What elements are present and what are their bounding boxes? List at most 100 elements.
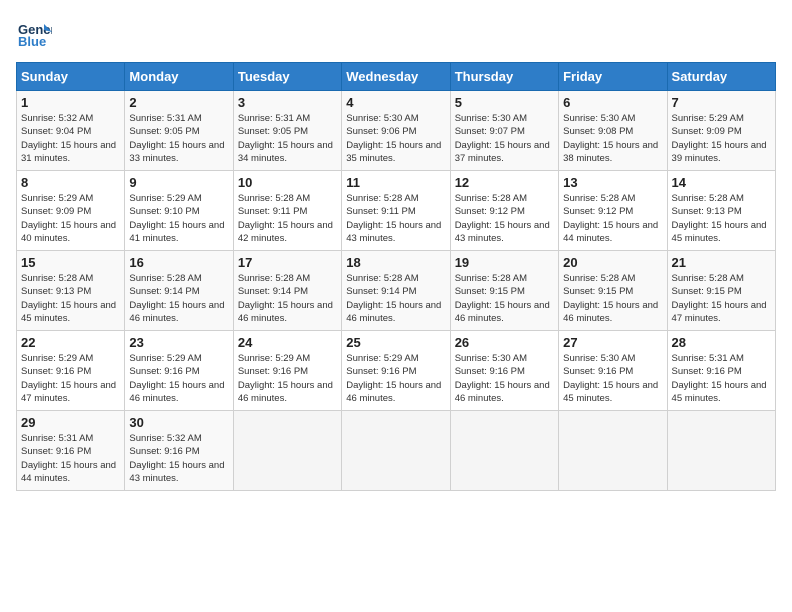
calendar-cell: 30 Sunrise: 5:32 AMSunset: 9:16 PMDayligh… [125, 411, 233, 491]
calendar-cell [559, 411, 667, 491]
page-header: General Blue [16, 16, 776, 52]
calendar-cell: 7 Sunrise: 5:29 AMSunset: 9:09 PMDaylight… [667, 91, 775, 171]
calendar-cell: 13Sunrise: 5:28 AMSunset: 9:12 PMDayligh… [559, 171, 667, 251]
calendar-week-row: 1Sunrise: 5:32 AMSunset: 9:04 PMDaylight… [17, 91, 776, 171]
day-number: 21 [672, 255, 771, 270]
calendar-cell: 9 Sunrise: 5:29 AMSunset: 9:10 PMDaylight… [125, 171, 233, 251]
calendar-cell: 14 Sunrise: 5:28 AMSunset: 9:13 PMDayligh… [667, 171, 775, 251]
weekday-header-tuesday: Tuesday [233, 63, 341, 91]
calendar-week-row: 15 Sunrise: 5:28 AMSunset: 9:13 PMDayligh… [17, 251, 776, 331]
calendar-cell: 24 Sunrise: 5:29 AMSunset: 9:16 PMDayligh… [233, 331, 341, 411]
calendar-cell: 8 Sunrise: 5:29 AMSunset: 9:09 PMDaylight… [17, 171, 125, 251]
calendar-cell [667, 411, 775, 491]
day-info: Sunrise: 5:28 AMSunset: 9:15 PMDaylight:… [455, 272, 554, 325]
calendar-cell [233, 411, 341, 491]
day-info: Sunrise: 5:28 AMSunset: 9:13 PMDaylight:… [21, 272, 120, 325]
day-number: 24 [238, 335, 337, 350]
calendar-cell: 27 Sunrise: 5:30 AMSunset: 9:16 PMDayligh… [559, 331, 667, 411]
day-info: Sunrise: 5:31 AMSunset: 9:05 PMDaylight:… [129, 112, 228, 165]
day-info: Sunrise: 5:28 AMSunset: 9:12 PMDaylight:… [563, 192, 662, 245]
day-number: 27 [563, 335, 662, 350]
day-info: Sunrise: 5:30 AMSunset: 9:16 PMDaylight:… [455, 352, 554, 405]
weekday-header-wednesday: Wednesday [342, 63, 450, 91]
day-number: 20 [563, 255, 662, 270]
day-number: 19 [455, 255, 554, 270]
day-number: 14 [672, 175, 771, 190]
day-number: 12 [455, 175, 554, 190]
calendar-week-row: 22 Sunrise: 5:29 AMSunset: 9:16 PMDayligh… [17, 331, 776, 411]
calendar-cell: 25 Sunrise: 5:29 AMSunset: 9:16 PMDayligh… [342, 331, 450, 411]
day-info: Sunrise: 5:28 AMSunset: 9:15 PMDaylight:… [672, 272, 771, 325]
calendar-cell: 1Sunrise: 5:32 AMSunset: 9:04 PMDaylight… [17, 91, 125, 171]
day-number: 22 [21, 335, 120, 350]
logo: General Blue [16, 16, 52, 52]
day-number: 17 [238, 255, 337, 270]
calendar-cell [450, 411, 558, 491]
day-number: 18 [346, 255, 445, 270]
day-info: Sunrise: 5:28 AMSunset: 9:11 PMDaylight:… [346, 192, 445, 245]
calendar-cell: 16 Sunrise: 5:28 AMSunset: 9:14 PMDayligh… [125, 251, 233, 331]
calendar-cell: 10 Sunrise: 5:28 AMSunset: 9:11 PMDayligh… [233, 171, 341, 251]
day-info: Sunrise: 5:30 AMSunset: 9:07 PMDaylight:… [455, 112, 554, 165]
weekday-header-saturday: Saturday [667, 63, 775, 91]
day-info: Sunrise: 5:28 AMSunset: 9:14 PMDaylight:… [129, 272, 228, 325]
calendar-cell: 5 Sunrise: 5:30 AMSunset: 9:07 PMDaylight… [450, 91, 558, 171]
day-number: 30 [129, 415, 228, 430]
weekday-header-sunday: Sunday [17, 63, 125, 91]
day-info: Sunrise: 5:31 AMSunset: 9:16 PMDaylight:… [672, 352, 771, 405]
day-number: 25 [346, 335, 445, 350]
calendar-cell: 6Sunrise: 5:30 AMSunset: 9:08 PMDaylight… [559, 91, 667, 171]
calendar-week-row: 29 Sunrise: 5:31 AMSunset: 9:16 PMDayligh… [17, 411, 776, 491]
day-info: Sunrise: 5:29 AMSunset: 9:16 PMDaylight:… [346, 352, 445, 405]
day-number: 9 [129, 175, 228, 190]
calendar-cell: 26 Sunrise: 5:30 AMSunset: 9:16 PMDayligh… [450, 331, 558, 411]
calendar-cell: 18 Sunrise: 5:28 AMSunset: 9:14 PMDayligh… [342, 251, 450, 331]
day-info: Sunrise: 5:29 AMSunset: 9:10 PMDaylight:… [129, 192, 228, 245]
calendar-cell: 20Sunrise: 5:28 AMSunset: 9:15 PMDayligh… [559, 251, 667, 331]
weekday-header-friday: Friday [559, 63, 667, 91]
day-number: 5 [455, 95, 554, 110]
calendar-cell: 29 Sunrise: 5:31 AMSunset: 9:16 PMDayligh… [17, 411, 125, 491]
day-number: 11 [346, 175, 445, 190]
day-number: 2 [129, 95, 228, 110]
day-number: 8 [21, 175, 120, 190]
day-number: 28 [672, 335, 771, 350]
day-info: Sunrise: 5:29 AMSunset: 9:09 PMDaylight:… [21, 192, 120, 245]
weekday-header-monday: Monday [125, 63, 233, 91]
day-info: Sunrise: 5:29 AMSunset: 9:16 PMDaylight:… [238, 352, 337, 405]
calendar-cell: 17Sunrise: 5:28 AMSunset: 9:14 PMDayligh… [233, 251, 341, 331]
day-info: Sunrise: 5:30 AMSunset: 9:06 PMDaylight:… [346, 112, 445, 165]
calendar-cell: 19 Sunrise: 5:28 AMSunset: 9:15 PMDayligh… [450, 251, 558, 331]
calendar-cell: 15 Sunrise: 5:28 AMSunset: 9:13 PMDayligh… [17, 251, 125, 331]
day-info: Sunrise: 5:30 AMSunset: 9:08 PMDaylight:… [563, 112, 662, 165]
day-number: 16 [129, 255, 228, 270]
day-number: 23 [129, 335, 228, 350]
weekday-header-row: SundayMondayTuesdayWednesdayThursdayFrid… [17, 63, 776, 91]
calendar-cell: 2 Sunrise: 5:31 AMSunset: 9:05 PMDaylight… [125, 91, 233, 171]
calendar-cell: 21 Sunrise: 5:28 AMSunset: 9:15 PMDayligh… [667, 251, 775, 331]
calendar-cell: 28 Sunrise: 5:31 AMSunset: 9:16 PMDayligh… [667, 331, 775, 411]
day-number: 7 [672, 95, 771, 110]
day-number: 10 [238, 175, 337, 190]
day-info: Sunrise: 5:32 AMSunset: 9:16 PMDaylight:… [129, 432, 228, 485]
calendar-cell [342, 411, 450, 491]
day-info: Sunrise: 5:28 AMSunset: 9:14 PMDaylight:… [346, 272, 445, 325]
calendar-cell: 22 Sunrise: 5:29 AMSunset: 9:16 PMDayligh… [17, 331, 125, 411]
calendar-cell: 12 Sunrise: 5:28 AMSunset: 9:12 PMDayligh… [450, 171, 558, 251]
calendar-cell: 4 Sunrise: 5:30 AMSunset: 9:06 PMDaylight… [342, 91, 450, 171]
day-number: 26 [455, 335, 554, 350]
day-info: Sunrise: 5:29 AMSunset: 9:16 PMDaylight:… [21, 352, 120, 405]
day-info: Sunrise: 5:28 AMSunset: 9:13 PMDaylight:… [672, 192, 771, 245]
calendar-cell: 3Sunrise: 5:31 AMSunset: 9:05 PMDaylight… [233, 91, 341, 171]
day-number: 29 [21, 415, 120, 430]
day-number: 3 [238, 95, 337, 110]
svg-text:Blue: Blue [18, 34, 46, 49]
day-info: Sunrise: 5:29 AMSunset: 9:09 PMDaylight:… [672, 112, 771, 165]
day-info: Sunrise: 5:28 AMSunset: 9:12 PMDaylight:… [455, 192, 554, 245]
day-info: Sunrise: 5:28 AMSunset: 9:11 PMDaylight:… [238, 192, 337, 245]
day-number: 15 [21, 255, 120, 270]
day-info: Sunrise: 5:31 AMSunset: 9:16 PMDaylight:… [21, 432, 120, 485]
day-number: 4 [346, 95, 445, 110]
day-info: Sunrise: 5:30 AMSunset: 9:16 PMDaylight:… [563, 352, 662, 405]
day-number: 1 [21, 95, 120, 110]
